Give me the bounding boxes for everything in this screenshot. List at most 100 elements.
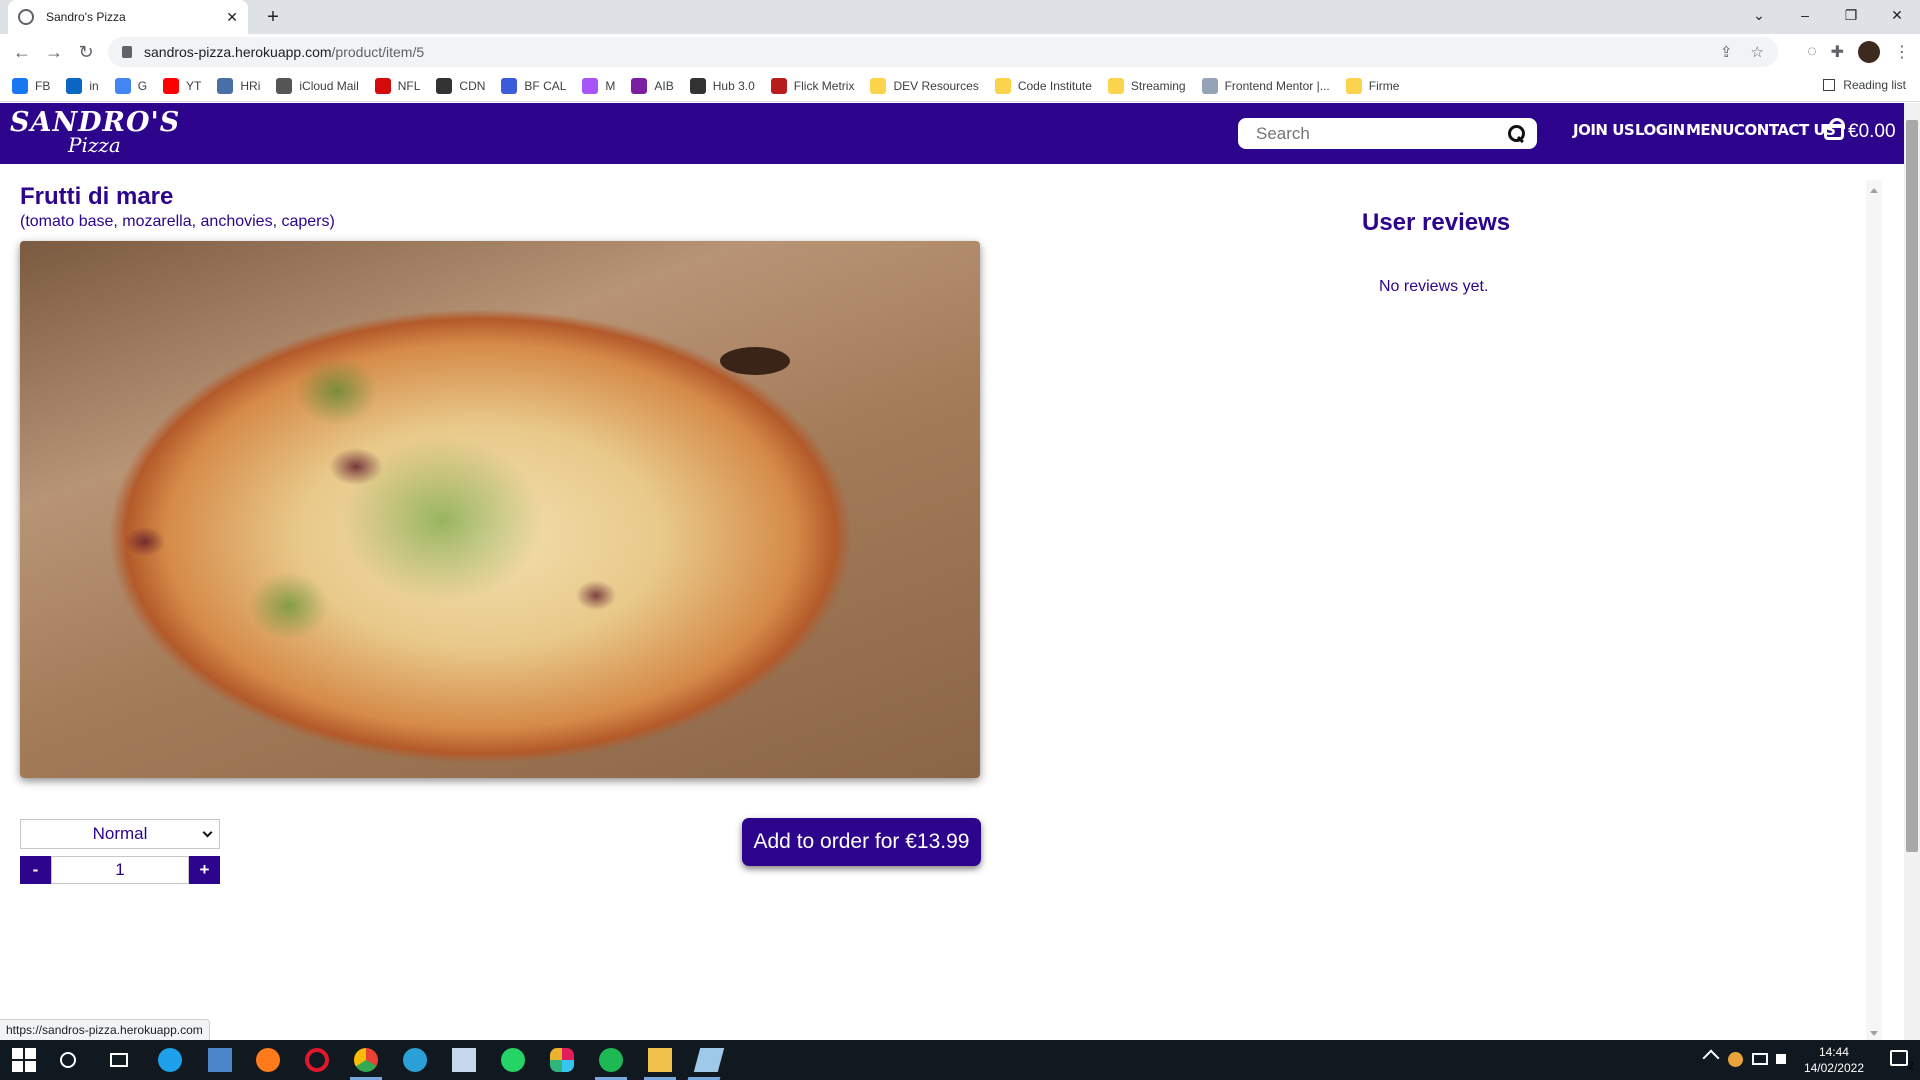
add-to-order-button[interactable]: Add to order for €13.99 [742, 818, 981, 866]
bookmark-favicon-icon [12, 77, 28, 94]
search-input[interactable] [1256, 123, 1508, 144]
bookmark-item[interactable]: HRi [217, 77, 260, 94]
page-scrollbar-thumb[interactable] [1906, 120, 1918, 852]
bookmark-item[interactable]: Streaming [1107, 77, 1186, 94]
bookmark-item[interactable]: Code Institute [994, 77, 1092, 94]
tab-search-icon[interactable]: ⌄ [1736, 0, 1782, 30]
nav-contact-us[interactable]: CONTACT US [1734, 121, 1836, 139]
nav-login[interactable]: LOGIN [1635, 121, 1685, 139]
volume-icon[interactable] [1776, 1054, 1786, 1064]
tab-close-icon[interactable]: ✕ [226, 9, 238, 26]
bookmark-item[interactable]: BF CAL [501, 77, 566, 94]
bookmark-item[interactable]: Frontend Mentor |... [1201, 77, 1330, 94]
new-tab-button[interactable]: + [260, 4, 286, 30]
address-bar[interactable]: sandros-pizza.herokuapp.com/product/item… [108, 37, 1778, 67]
quantity-input[interactable]: 1 [51, 856, 189, 884]
tray-chevron-up-icon[interactable] [1702, 1049, 1720, 1067]
chrome-icon[interactable] [350, 1048, 382, 1080]
windows-start-icon[interactable] [12, 1048, 36, 1072]
bookmark-item[interactable]: FB [12, 77, 51, 94]
cart-button[interactable]: €0.00 [1824, 118, 1896, 143]
tab-title: Sandro's Pizza [46, 10, 126, 24]
reading-list-button[interactable]: Reading list [1823, 78, 1906, 92]
quantity-decrease-button[interactable]: - [20, 856, 51, 884]
bookmark-label: Hub 3.0 [712, 78, 755, 93]
forward-icon[interactable]: → [38, 36, 70, 68]
bookmarks-bar: FB in G YT HRi iCloud Mail NFL CDN BF CAL M AIB Hub… [0, 70, 1920, 102]
file-explorer-icon[interactable] [644, 1048, 676, 1080]
edge-icon[interactable] [403, 1048, 427, 1072]
bookmark-item[interactable]: YT [163, 77, 201, 94]
folder-icon [1107, 77, 1124, 94]
bookmark-star-icon[interactable]: ☆ [1751, 43, 1764, 61]
nav-menu[interactable]: MENU [1686, 121, 1734, 139]
app-shortcut-icon[interactable] [208, 1048, 232, 1072]
spotify-icon[interactable] [595, 1048, 627, 1080]
slack-icon[interactable] [550, 1048, 574, 1072]
bookmark-item[interactable]: DEV Resources [870, 77, 979, 94]
scroll-up-arrow-icon[interactable] [1870, 188, 1878, 193]
bookmark-item[interactable]: Flick Metrix [770, 77, 854, 94]
notepad-icon[interactable] [452, 1048, 476, 1072]
search-icon[interactable] [1508, 125, 1525, 142]
minimize-button[interactable]: – [1782, 0, 1828, 30]
bookmark-label: Firme [1368, 78, 1400, 93]
back-icon[interactable]: ← [6, 36, 38, 68]
restore-button[interactable]: ❐ [1828, 0, 1874, 30]
url-path: /product/item/5 [331, 44, 425, 60]
bookmark-item[interactable]: Hub 3.0 [689, 77, 755, 94]
quantity-increase-button[interactable]: + [189, 856, 220, 884]
scroll-down-arrow-icon[interactable] [1870, 1031, 1878, 1036]
taskbar-clock[interactable]: 14:44 14/02/2022 [1804, 1044, 1864, 1076]
extensions-puzzle-icon[interactable]: ✚ [1831, 42, 1844, 62]
bookmark-item[interactable]: CDN [436, 77, 485, 94]
tray-app-icon[interactable] [1728, 1052, 1743, 1067]
reading-list-label: Reading list [1843, 78, 1906, 92]
basket-icon [1824, 118, 1845, 140]
extension-status-icon[interactable]: ◌ [1807, 43, 1817, 61]
url-text: sandros-pizza.herokuapp.com/product/item… [144, 44, 1702, 60]
bookmark-favicon-icon [217, 77, 234, 94]
bookmark-favicon-icon [374, 77, 391, 94]
bookmark-item[interactable]: in [66, 77, 99, 94]
opera-icon[interactable] [305, 1048, 329, 1072]
board-handle-hole [720, 347, 790, 375]
browser-tab[interactable]: Sandro's Pizza ✕ [8, 0, 248, 34]
content-scrollbar[interactable] [1866, 180, 1882, 1040]
internet-explorer-icon[interactable] [158, 1048, 182, 1072]
size-selected-value: Normal [92, 824, 148, 843]
bookmark-item[interactable]: iCloud Mail [276, 77, 359, 94]
bookmark-item[interactable]: AIB [631, 77, 674, 94]
chrome-menu-icon[interactable]: ⋮ [1894, 42, 1910, 62]
reload-icon[interactable]: ↻ [70, 36, 102, 68]
whatsapp-icon[interactable] [501, 1048, 525, 1072]
bookmark-favicon-icon [114, 77, 131, 94]
bookmark-favicon-icon [1201, 77, 1218, 94]
link-status-bar: https://sandros-pizza.herokuapp.com [0, 1019, 210, 1040]
site-logo[interactable]: SANDRO'S Pizza [10, 107, 179, 161]
bookmark-favicon-icon [66, 77, 83, 94]
bookmark-item[interactable]: Firme [1345, 77, 1400, 94]
product-ingredients: (tomato base, mozarella, anchovies, cape… [20, 213, 335, 230]
bookmark-favicon-icon [276, 77, 293, 94]
nav-join-us[interactable]: JOIN US [1573, 121, 1635, 139]
bookmark-label: FB [35, 78, 51, 93]
search-taskbar-icon[interactable] [60, 1052, 76, 1068]
size-select[interactable]: Normal [20, 819, 220, 849]
bookmark-item[interactable]: NFL [374, 77, 420, 94]
bookmark-item[interactable]: M [582, 77, 615, 94]
network-icon[interactable] [1752, 1053, 1768, 1065]
cart-total: €0.00 [1848, 121, 1896, 142]
browser-tab-strip: Sandro's Pizza ✕ + ⌄ – ❐ ✕ [0, 0, 1920, 34]
firefox-icon[interactable] [256, 1048, 280, 1072]
bookmark-item[interactable]: G [114, 77, 147, 94]
notification-center-icon[interactable]: 2 [1890, 1050, 1914, 1072]
bookmark-label: DEV Resources [893, 78, 979, 93]
share-icon[interactable]: ⇪ [1720, 43, 1733, 61]
profile-avatar[interactable] [1858, 41, 1880, 63]
bookmark-label: AIB [654, 78, 674, 93]
task-view-icon[interactable] [110, 1053, 128, 1067]
close-window-button[interactable]: ✕ [1874, 0, 1920, 30]
site-header: SANDRO'S Pizza JOIN US LOGIN MENU CONTAC… [0, 103, 1904, 164]
snipping-tool-icon[interactable] [693, 1048, 725, 1072]
